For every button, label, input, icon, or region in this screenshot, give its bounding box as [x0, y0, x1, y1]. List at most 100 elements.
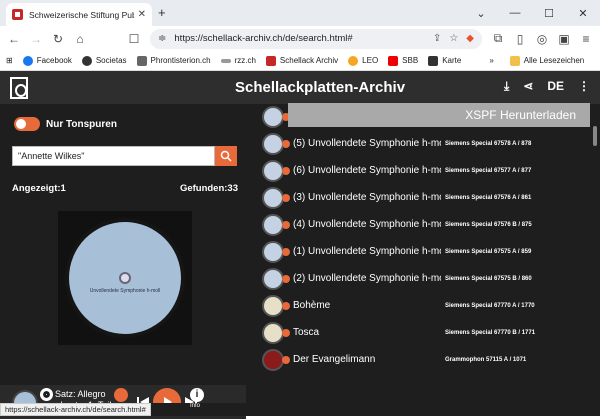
search-button[interactable] [215, 146, 237, 166]
address-bar[interactable]: ≑ https://schellack-archiv.ch/de/search.… [150, 28, 482, 49]
disc-label-text: Unvollendete Symphonie h-moll [89, 288, 161, 294]
record-thumbnail [262, 132, 284, 155]
page-icon [136, 55, 147, 66]
result-catalog: Siemens Special 67575 A / 859 [445, 248, 532, 255]
sidebar-icon[interactable]: ▯ [510, 29, 530, 49]
result-title: (5) Unvollendete Symphonie h-moll [293, 138, 441, 149]
chevron-down-icon[interactable]: ⌄ [464, 7, 498, 20]
search-input[interactable]: "Annette Wilkes" [12, 146, 215, 166]
bookmark-karte[interactable]: Karte [428, 55, 461, 66]
window-controls: ⌄ — ☐ ✕ [464, 0, 600, 26]
result-row[interactable]: (4) Unvollendete Symphonie h-moll Siemens… [262, 211, 590, 238]
site-settings-icon[interactable]: ≑ [158, 33, 166, 44]
forward-icon[interactable]: → [26, 29, 46, 49]
bookmark-phrontisterion[interactable]: Phrontisterion.ch [136, 55, 211, 66]
play-track-icon[interactable] [282, 274, 290, 283]
results-scrollbar[interactable] [591, 104, 599, 350]
tracks-only-toggle[interactable] [14, 117, 40, 131]
bookmark-facebook[interactable]: Facebook [22, 55, 72, 66]
language-selector[interactable]: DE [547, 79, 564, 94]
leo-icon [348, 55, 359, 66]
play-track-icon[interactable] [282, 139, 290, 148]
found-count: Gefunden:33 [179, 183, 238, 194]
bookmark-leo[interactable]: LEO [348, 55, 378, 66]
xspf-download-tooltip: XSPF Herunterladen [288, 103, 590, 127]
close-tab-icon[interactable]: ✕ [138, 9, 146, 20]
search-nav-icon[interactable] [114, 388, 128, 402]
result-row[interactable]: Tosca Siemens Special 67770 B / 1771 [262, 319, 590, 346]
shown-count: Angezeigt:1 [12, 183, 66, 194]
all-bookmarks[interactable]: Alle Lesezeichen [509, 55, 584, 66]
maximize-icon[interactable]: ☐ [532, 7, 566, 20]
tab-title: Schweizerische Stiftung Public [29, 9, 134, 20]
schellack-icon [265, 55, 276, 66]
back-icon[interactable]: ← [4, 29, 24, 49]
bookmarks-bar: ⊞ Facebook Societas Phrontisterion.ch rz… [0, 51, 600, 71]
bottom-bar: https://schellack-archiv.ch/de/search.ht… [0, 403, 600, 416]
close-window-icon[interactable]: ✕ [566, 7, 600, 20]
result-catalog: Siemens Special 67577 A / 877 [445, 167, 532, 174]
bookmark-star-icon[interactable]: ☆ [449, 33, 458, 44]
share-icon[interactable]: ⋖ [523, 79, 533, 94]
more-bookmarks-icon[interactable]: » [489, 56, 493, 65]
result-row[interactable]: (5) Unvollendete Symphonie h-moll Siemens… [262, 130, 590, 157]
result-catalog: Siemens Special 67578 A / 878 [445, 140, 532, 147]
result-row[interactable]: Bohème Siemens Special 67770 A / 1770 [262, 292, 590, 319]
disc-nav-icon[interactable] [40, 388, 53, 401]
result-row[interactable]: (6) Unvollendete Symphonie h-moll Siemens… [262, 157, 590, 184]
extensions-icon[interactable]: ⧉ [488, 29, 508, 49]
play-track-icon[interactable] [282, 301, 290, 310]
toggle-label: Nur Tonspuren [46, 119, 117, 130]
play-track-icon[interactable] [282, 193, 290, 202]
record-thumbnail [262, 186, 284, 209]
home-icon[interactable]: ⌂ [70, 29, 90, 49]
wallet-icon[interactable]: ▣ [554, 29, 574, 49]
play-track-icon[interactable] [282, 247, 290, 256]
minimize-icon[interactable]: — [498, 7, 532, 19]
result-title: (1) Unvollendete Symphonie h-moll [293, 246, 441, 257]
new-tab-icon[interactable]: + [158, 5, 166, 20]
left-panel: Nur Tonspuren "Annette Wilkes" Angezeigt… [0, 104, 250, 419]
result-row[interactable]: Der Evangelimann Grammophon 57115 A / 107… [262, 346, 590, 373]
play-track-icon[interactable] [282, 220, 290, 229]
bookmark-societas[interactable]: Societas [81, 55, 127, 66]
browser-tab[interactable]: Schweizerische Stiftung Public ✕ [6, 3, 152, 26]
browser-tab-bar: Schweizerische Stiftung Public ✕ + ⌄ — ☐… [0, 0, 600, 26]
result-catalog: Siemens Special 67576 A / 861 [445, 194, 532, 201]
more-options-icon[interactable]: ⋮ [578, 79, 590, 94]
result-title: (3) Unvollendete Symphonie h-moll [293, 192, 441, 203]
sbb-icon [388, 55, 399, 66]
share-icon[interactable]: ⇪ [433, 33, 441, 44]
result-row[interactable]: (2) Unvollendete Symphonie h-moll Siemens… [262, 265, 590, 292]
result-title: (6) Unvollendete Symphonie h-moll [293, 165, 441, 176]
app-header: Schellackplatten-Archiv ⤓ ⋖ DE ⋮ [0, 71, 600, 104]
results-list: Unvollendete Symphonie h-mollS(5) Unvoll… [262, 104, 590, 386]
societas-icon [81, 55, 92, 66]
bookmark-schellack-archiv[interactable]: Schellack Archiv [265, 55, 338, 66]
folder-icon [509, 55, 520, 66]
apps-grid-icon[interactable]: ⊞ [6, 56, 13, 65]
result-catalog: Siemens Special 67770 B / 1771 [445, 329, 536, 336]
address-text: https://schellack-archiv.ch/de/search.ht… [174, 33, 353, 44]
play-track-icon[interactable] [282, 166, 290, 175]
vpn-icon[interactable]: ◎ [532, 29, 552, 49]
result-catalog: Siemens Special 67575 B / 860 [445, 275, 532, 282]
record-thumbnail [262, 213, 284, 236]
bookmark-icon[interactable]: ☐ [124, 29, 144, 49]
rzz-icon [220, 58, 231, 63]
record-thumbnail [262, 294, 284, 317]
result-row[interactable]: (1) Unvollendete Symphonie h-moll Siemens… [262, 238, 590, 265]
site-favicon-icon [12, 9, 23, 20]
bookmark-sbb[interactable]: SBB [388, 55, 418, 66]
result-title: (4) Unvollendete Symphonie h-moll [293, 219, 441, 230]
result-row[interactable]: (3) Unvollendete Symphonie h-moll Siemens… [262, 184, 590, 211]
brave-shield-icon[interactable]: ◆ [466, 33, 474, 44]
play-track-icon[interactable] [282, 355, 290, 364]
bookmark-rzz[interactable]: rzz.ch [220, 56, 256, 65]
reload-icon[interactable]: ↻ [48, 29, 68, 49]
info-icon[interactable]: i [190, 388, 204, 402]
menu-icon[interactable]: ≡ [576, 29, 596, 49]
facebook-icon [22, 55, 33, 66]
play-track-icon[interactable] [282, 328, 290, 337]
download-icon[interactable]: ⤓ [504, 79, 509, 94]
